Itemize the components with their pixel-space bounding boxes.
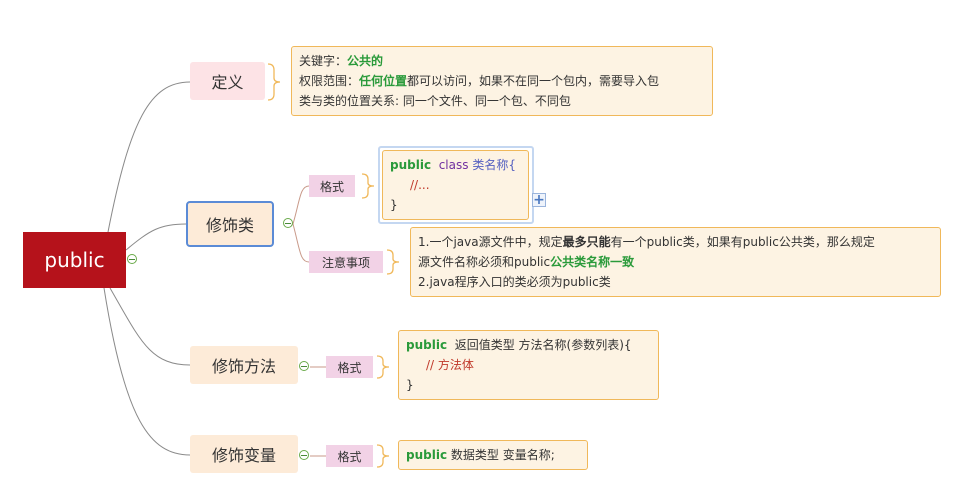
topic-definition[interactable]: 定义: [190, 62, 265, 100]
collapse-icon[interactable]: [283, 218, 293, 228]
note-line: 2.java程序入口的类必须为public类: [418, 275, 611, 289]
link-root-method: [109, 287, 191, 366]
note-variable-format[interactable]: public 数据类型 变量名称;: [398, 440, 588, 470]
note-emphasis: 最多只能: [562, 235, 611, 249]
note-line: 1.一个java源文件中，规定最多只能有一个public类，如果有public公…: [418, 232, 933, 252]
note-definition[interactable]: 关键字：公共的 权限范围：任何位置都可以访问，如果不在同一个包内，需要导入包 类…: [291, 46, 713, 116]
topic-modify-method[interactable]: 修饰方法: [190, 346, 298, 384]
subtopic-label: 注意事项: [321, 255, 370, 270]
collapse-icon[interactable]: [127, 254, 137, 264]
subtopic-label: 格式: [319, 179, 344, 194]
root-label: public: [44, 248, 105, 272]
code-comment: //...: [410, 178, 430, 192]
root-topic[interactable]: public: [23, 232, 126, 288]
code-keyword: public: [390, 158, 432, 172]
note-line: 关键字：公共的: [299, 51, 705, 71]
code-name: 类名称{: [472, 158, 516, 172]
note-class-notice[interactable]: 1.一个java源文件中，规定最多只能有一个public类，如果有public公…: [410, 227, 941, 297]
note-text: 源文件名称必须和public: [418, 255, 551, 269]
note-keyword: 任何位置: [359, 74, 408, 88]
code-line: }: [406, 378, 414, 392]
subtopic-format[interactable]: 格式: [309, 175, 355, 197]
expand-plus-icon[interactable]: +: [532, 193, 546, 207]
note-keyword: 公共的: [347, 54, 384, 68]
topic-label: 修饰变量: [211, 446, 276, 465]
link-root-definition: [107, 81, 191, 233]
code-line: public 数据类型 变量名称;: [406, 445, 580, 465]
brace-class-format: [361, 173, 375, 199]
note-class-format[interactable]: public class 类名称{ //... }: [382, 150, 529, 220]
topic-label: 修饰类: [205, 216, 254, 235]
subtopic-label: 格式: [337, 449, 362, 464]
note-method-format[interactable]: public 返回值类型 方法名称(参数列表){ // 方法体 }: [398, 330, 659, 400]
code-signature: 返回值类型 方法名称(参数列表){: [454, 338, 632, 352]
code-line: }: [390, 198, 398, 212]
topic-label: 定义: [211, 73, 244, 92]
note-line: 源文件名称必须和public公共类名称一致: [418, 252, 933, 272]
note-keyword: 公共类名称一致: [550, 255, 635, 269]
link-class-notice: [292, 223, 310, 263]
subtopic-label: 格式: [337, 360, 362, 375]
topic-modify-variable[interactable]: 修饰变量: [190, 435, 298, 473]
code-line: //...: [390, 175, 521, 195]
note-text: 关键字：: [299, 54, 348, 68]
subtopic-notice[interactable]: 注意事项: [309, 251, 383, 273]
note-line: 类与类的位置关系: 同一个文件、同一个包、不同包: [299, 94, 571, 108]
code-keyword: public: [406, 338, 448, 352]
code-comment: // 方法体: [426, 358, 474, 372]
collapse-icon[interactable]: [299, 361, 309, 371]
link-class-format: [292, 185, 310, 225]
code-line: public 返回值类型 方法名称(参数列表){: [406, 335, 651, 355]
link-root-variable: [103, 287, 191, 456]
link-root-class: [125, 223, 187, 251]
code-line: // 方法体: [406, 355, 651, 375]
topic-modify-class[interactable]: 修饰类: [186, 201, 274, 247]
code-keyword: class: [438, 158, 469, 172]
code-signature: 数据类型 变量名称;: [450, 448, 555, 462]
note-text: 都可以访问，如果不在同一个包内，需要导入包: [407, 74, 660, 88]
collapse-icon[interactable]: [299, 450, 309, 460]
subtopic-format[interactable]: 格式: [326, 356, 373, 378]
note-text: 有一个public类，如果有public公共类，那么规定: [610, 235, 875, 249]
code-keyword: public: [406, 448, 448, 462]
brace-definition: [267, 63, 281, 101]
brace-variable-format: [376, 444, 390, 468]
note-line: 权限范围：任何位置都可以访问，如果不在同一个包内，需要导入包: [299, 71, 705, 91]
brace-class-notice: [386, 249, 400, 275]
brace-method-format: [376, 355, 390, 379]
note-text: 1.一个java源文件中，规定: [418, 235, 563, 249]
subtopic-format[interactable]: 格式: [326, 445, 373, 467]
topic-label: 修饰方法: [211, 357, 276, 376]
code-line: public class 类名称{: [390, 155, 521, 175]
note-text: 权限范围：: [299, 74, 360, 88]
